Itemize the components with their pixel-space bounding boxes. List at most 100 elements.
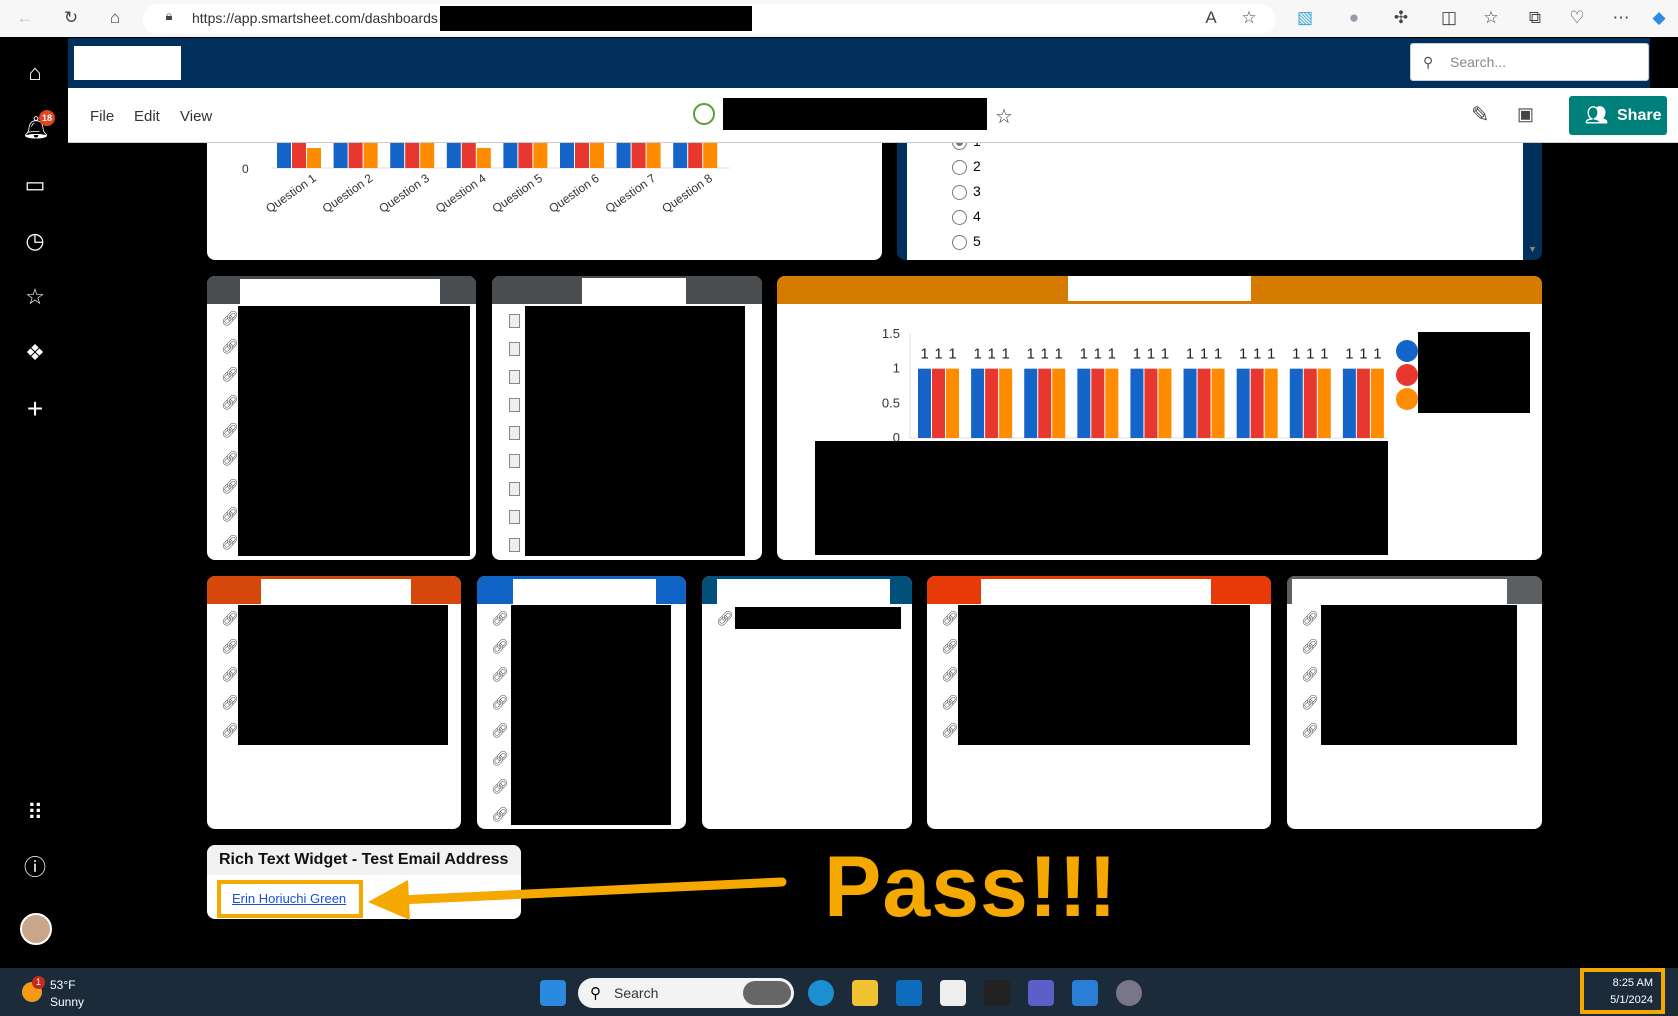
- radio-option[interactable]: 5: [952, 233, 981, 250]
- report-icon[interactable]: [509, 426, 520, 440]
- file-explorer-icon[interactable]: [852, 980, 878, 1006]
- solutions-icon[interactable]: ❖: [22, 340, 48, 366]
- link-icon[interactable]: 🔗︎: [716, 610, 734, 627]
- favorites-icon[interactable]: ☆: [1480, 8, 1502, 28]
- bar: [1158, 368, 1172, 438]
- link-icon[interactable]: 🔗︎: [221, 394, 239, 411]
- link-icon[interactable]: 🔗︎: [941, 638, 959, 655]
- menu-view[interactable]: View: [180, 108, 212, 125]
- webex-icon[interactable]: [984, 980, 1010, 1006]
- link-icon[interactable]: 🔗︎: [221, 666, 239, 683]
- link-icon[interactable]: 🔗︎: [221, 722, 239, 739]
- favorite-star-icon[interactable]: ☆: [1238, 8, 1260, 28]
- link-icon[interactable]: 🔗︎: [221, 422, 239, 439]
- link-icon[interactable]: 🔗︎: [221, 638, 239, 655]
- link-icon[interactable]: 🔗︎: [491, 694, 509, 711]
- link-icon[interactable]: 🔗︎: [221, 694, 239, 711]
- report-icon[interactable]: [509, 510, 520, 524]
- help-icon[interactable]: ⓘ: [22, 855, 48, 881]
- radio-button[interactable]: [952, 234, 967, 250]
- radio-button[interactable]: [952, 184, 967, 200]
- link-icon[interactable]: 🔗︎: [1301, 722, 1319, 739]
- bar: [918, 368, 931, 438]
- radio-option[interactable]: 2: [952, 158, 981, 175]
- logo: [74, 46, 181, 80]
- share-button[interactable]: 👥︎ Share: [1569, 96, 1667, 135]
- report-icon[interactable]: [509, 398, 520, 412]
- link-icon[interactable]: 🔗︎: [1301, 638, 1319, 655]
- link-icon[interactable]: 🔗︎: [941, 722, 959, 739]
- link-icon[interactable]: 🔗︎: [1301, 666, 1319, 683]
- link-icon[interactable]: 🔗︎: [941, 694, 959, 711]
- email-link[interactable]: Erin Horiuchi Green: [232, 891, 346, 906]
- link-icon[interactable]: 🔗︎: [491, 750, 509, 767]
- report-icon[interactable]: [509, 538, 520, 552]
- link-icon[interactable]: 🔗︎: [491, 610, 509, 627]
- link-icon[interactable]: 🔗︎: [491, 666, 509, 683]
- link-icon[interactable]: 🔗︎: [941, 610, 959, 627]
- favorites-star-icon[interactable]: ☆: [22, 284, 48, 310]
- folder-icon[interactable]: ▭: [22, 172, 48, 198]
- report-icon[interactable]: [509, 370, 520, 384]
- edge-icon[interactable]: [808, 980, 834, 1006]
- link-icon[interactable]: 🔗︎: [221, 534, 239, 551]
- link-icon[interactable]: 🔗︎: [491, 806, 509, 823]
- link-icon[interactable]: 🔗︎: [221, 506, 239, 523]
- radio-option[interactable]: 4: [952, 208, 981, 225]
- home-icon[interactable]: ⌂: [22, 60, 48, 86]
- clock-highlight[interactable]: 8:25 AM 5/1/2024: [1580, 968, 1665, 1014]
- windows-start-icon[interactable]: [540, 980, 566, 1006]
- link-icon[interactable]: 🔗︎: [221, 450, 239, 467]
- menu-edit[interactable]: Edit: [134, 108, 160, 125]
- link-icon[interactable]: 🔗︎: [221, 310, 239, 327]
- extension-icon[interactable]: ▧: [1294, 8, 1316, 28]
- split-screen-icon[interactable]: ◫: [1438, 8, 1460, 28]
- home-icon[interactable]: ⌂: [104, 8, 126, 28]
- favorite-star-icon[interactable]: ☆: [995, 104, 1013, 129]
- create-plus-icon[interactable]: +: [22, 395, 48, 423]
- edit-pencil-icon[interactable]: ✎: [1471, 102, 1489, 128]
- browser-health-icon[interactable]: ♡: [1566, 8, 1588, 28]
- report-icon[interactable]: [509, 454, 520, 468]
- link-icon[interactable]: 🔗︎: [1301, 610, 1319, 627]
- collections-icon[interactable]: ⧉: [1524, 8, 1546, 28]
- url-text[interactable]: https://app.smartsheet.com/dashboards: [192, 10, 438, 26]
- profile-extension-icon[interactable]: ●: [1343, 8, 1365, 28]
- link-icon[interactable]: 🔗︎: [491, 778, 509, 795]
- radio-option[interactable]: 3: [952, 183, 981, 200]
- read-aloud-icon[interactable]: A: [1200, 8, 1222, 28]
- extensions-icon[interactable]: ✣: [1390, 8, 1412, 28]
- report-icon[interactable]: [509, 314, 520, 328]
- link-icon[interactable]: 🔗︎: [491, 722, 509, 739]
- radio-button[interactable]: [952, 209, 967, 225]
- link-icon[interactable]: 🔗︎: [491, 638, 509, 655]
- report-icon[interactable]: [509, 482, 520, 496]
- copilot-icon[interactable]: ◆: [1648, 8, 1670, 28]
- refresh-icon[interactable]: ↻: [60, 8, 82, 28]
- link-icon[interactable]: 🔗︎: [941, 666, 959, 683]
- radio-button[interactable]: [952, 159, 967, 175]
- recents-clock-icon[interactable]: ◷: [22, 228, 48, 254]
- search-input[interactable]: ⚲ Search...: [1410, 43, 1649, 81]
- avatar[interactable]: [20, 913, 52, 945]
- snipping-tool-icon[interactable]: [940, 980, 966, 1006]
- settings-gear-icon[interactable]: [1116, 980, 1142, 1006]
- back-icon[interactable]: ←: [14, 8, 36, 28]
- data-label: 1: [987, 346, 995, 363]
- taskbar-search[interactable]: ⚲ Search: [578, 978, 794, 1008]
- link-icon[interactable]: 🔗︎: [221, 366, 239, 383]
- report-icon[interactable]: [509, 342, 520, 356]
- menu-file[interactable]: File: [90, 108, 114, 125]
- teams-icon[interactable]: [1028, 980, 1054, 1006]
- apps-grid-icon[interactable]: ⠿: [22, 800, 48, 826]
- link-icon[interactable]: 🔗︎: [221, 610, 239, 627]
- more-icon[interactable]: ⋯: [1610, 8, 1632, 28]
- link-icon[interactable]: 🔗︎: [221, 338, 239, 355]
- presentation-icon[interactable]: ▣: [1517, 104, 1534, 125]
- link-icon[interactable]: 🔗︎: [1301, 694, 1319, 711]
- smartsheet-icon[interactable]: [1072, 980, 1098, 1006]
- link-icon[interactable]: 🔗︎: [221, 478, 239, 495]
- shortcut-widget-6: 🔗︎ 🔗︎ 🔗︎ 🔗︎ 🔗︎: [1287, 576, 1542, 829]
- outlook-icon[interactable]: [896, 980, 922, 1006]
- scroll-down-icon[interactable]: ▼: [1528, 244, 1537, 254]
